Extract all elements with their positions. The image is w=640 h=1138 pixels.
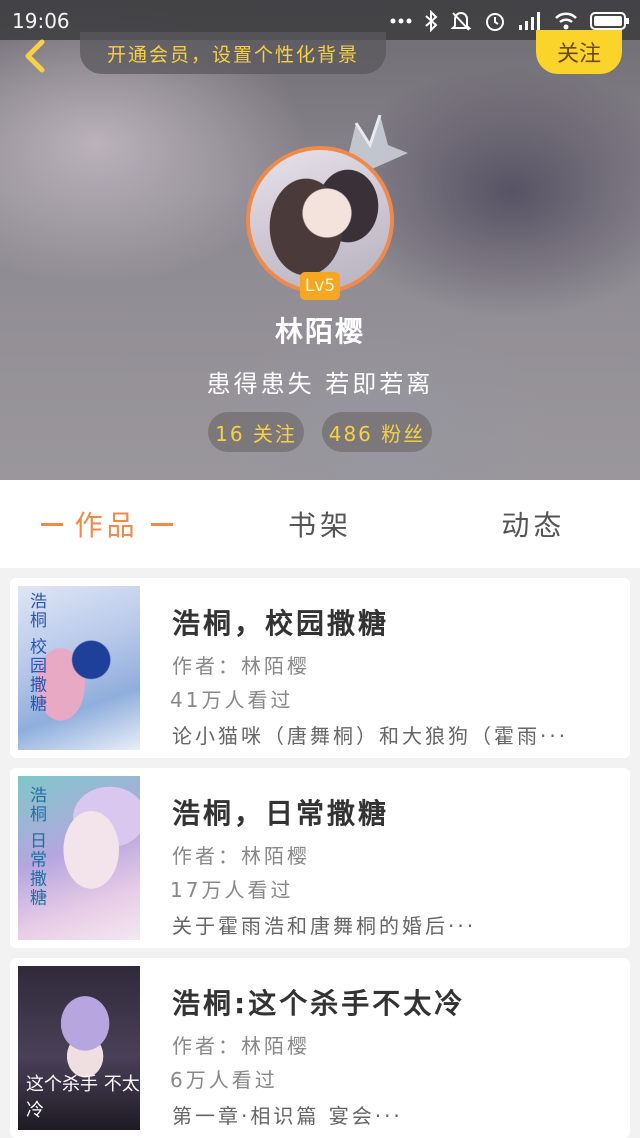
status-time: 19:06: [12, 9, 70, 33]
level-badge: Lv5: [300, 272, 340, 300]
work-views: 17万人看过: [170, 878, 294, 902]
tab-works-label: 作品: [74, 509, 139, 542]
work-author: 作者：林陌樱: [172, 844, 310, 868]
work-title[interactable]: 浩桐，日常撒糖: [172, 792, 389, 832]
alarm-icon: [486, 13, 504, 31]
works-list: 浩桐 校园撒糖 浩桐，校园撒糖 作者：林陌樱 41万人看过 论小猫咪（唐舞桐）和…: [10, 578, 630, 1138]
profile-tabs: 作品 书架 动态: [0, 480, 640, 568]
chevron-left-icon: [25, 39, 45, 73]
vip-banner[interactable]: 开通会员，设置个性化背景: [80, 32, 386, 74]
cover-title: 浩桐 校园撒糖: [26, 592, 46, 714]
wifi-icon: [555, 12, 577, 30]
mute-icon: [450, 12, 472, 31]
back-button[interactable]: [14, 36, 54, 76]
more-dots-icon: [390, 18, 412, 24]
tab-bookshelf[interactable]: 书架: [213, 480, 426, 568]
work-cover[interactable]: 浩桐 日常撒糖: [18, 776, 140, 940]
work-description: 论小猫咪（唐舞桐）和大狼狗（霍雨···: [172, 724, 569, 748]
work-views: 41万人看过: [170, 688, 294, 712]
work-card[interactable]: 浩桐 校园撒糖 浩桐，校园撒糖 作者：林陌樱 41万人看过 论小猫咪（唐舞桐）和…: [10, 578, 630, 758]
profile-header: 19:06 开通会员，设置个性化背景 关注 Lv5 林陌樱 患得患失 若即若离 …: [0, 0, 640, 480]
signal-icon: [519, 12, 540, 30]
work-title[interactable]: 浩桐:这个杀手不太冷: [172, 982, 465, 1022]
work-card[interactable]: 浩桐 日常撒糖 浩桐，日常撒糖 作者：林陌樱 17万人看过 关于霍雨浩和唐舞桐的…: [10, 768, 630, 948]
username: 林陌樱: [274, 315, 365, 348]
battery-icon: [590, 12, 629, 30]
tab-works[interactable]: 作品: [0, 480, 213, 568]
tab-indicator-right: [150, 522, 173, 526]
work-cover[interactable]: 浩桐 校园撒糖: [18, 586, 140, 750]
follow-button[interactable]: 关注: [536, 30, 622, 74]
tab-activity[interactable]: 动态: [427, 480, 640, 568]
work-card[interactable]: 这个杀手 不太冷 浩桐:这个杀手不太冷 作者：林陌樱 6万人看过 第一章·相识篇…: [10, 958, 630, 1138]
work-cover[interactable]: 这个杀手 不太冷: [18, 966, 140, 1130]
work-title[interactable]: 浩桐，校园撒糖: [172, 602, 389, 642]
cover-title: 浩桐 日常撒糖: [26, 786, 46, 908]
tab-bookshelf-label: 书架: [287, 509, 352, 542]
work-views: 6万人看过: [170, 1068, 278, 1092]
work-author: 作者：林陌樱: [172, 654, 310, 678]
tab-activity-label: 动态: [501, 509, 566, 542]
fans-count[interactable]: 486 粉丝: [322, 412, 432, 452]
signature: 患得患失 若即若离: [206, 370, 434, 398]
work-author: 作者：林陌樱: [172, 1034, 310, 1058]
following-count[interactable]: 16 关注: [208, 412, 304, 452]
work-description: 第一章·相识篇 宴会···: [172, 1104, 403, 1128]
cover-title: 这个杀手 不太冷: [26, 1074, 140, 1121]
work-description: 关于霍雨浩和唐舞桐的婚后···: [172, 914, 477, 938]
tab-indicator-left: [40, 522, 63, 526]
bluetooth-icon: [425, 10, 438, 32]
